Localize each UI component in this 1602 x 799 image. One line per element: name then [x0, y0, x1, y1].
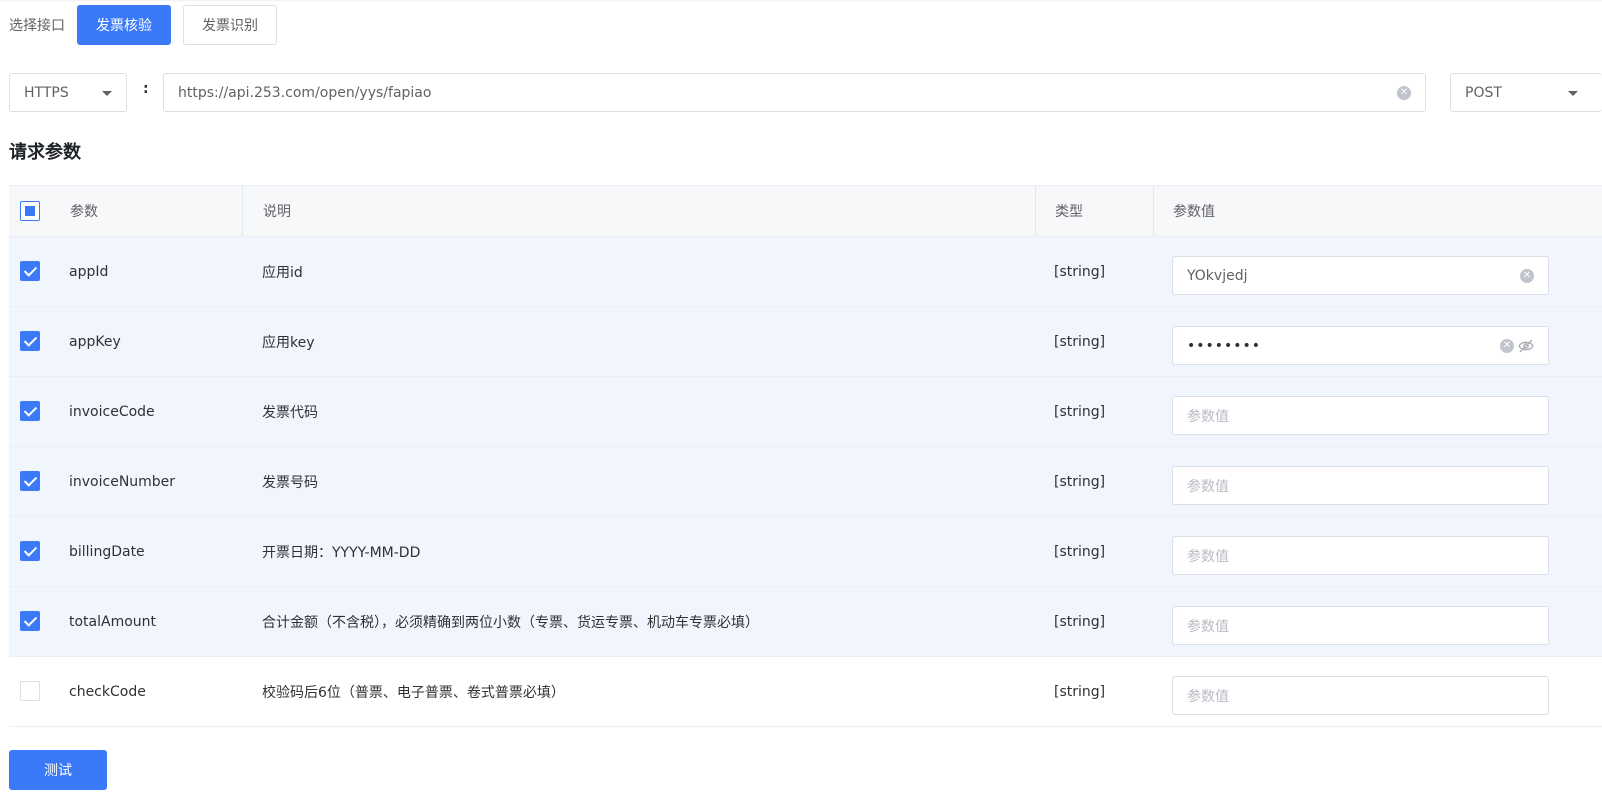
table-row: appKey 应用key [string] •••••••• ✕ [9, 307, 1602, 377]
param-value-placeholder: 参数值 [1187, 618, 1229, 635]
param-type: [string] [1054, 473, 1106, 490]
param-value-input[interactable]: YOkvjedj ✕ [1172, 256, 1549, 295]
section-title: 请求参数 [9, 142, 81, 163]
table-row: billingDate 开票日期：YYYY-MM-DD [string] 参数值 [9, 517, 1602, 587]
row-checkbox[interactable] [20, 471, 40, 491]
table-row: checkCode 校验码后6位（普票、电子普票、卷式普票必填） [string… [9, 657, 1602, 727]
param-value-placeholder: 参数值 [1187, 688, 1229, 705]
interface-label: 选择接口 [9, 18, 65, 34]
interface-option-invoice-verify[interactable]: 发票核验 [77, 5, 171, 45]
eye-off-icon[interactable] [1518, 339, 1534, 353]
column-header-value: 参数值 [1173, 204, 1215, 220]
interface-selector: 选择接口 发票核验 发票识别 [9, 5, 289, 45]
param-name: invoiceNumber [69, 473, 176, 490]
params-table: 参数 说明 类型 参数值 appId 应用id [string] YOkvjed… [9, 185, 1602, 727]
param-value: YOkvjedj [1187, 267, 1248, 284]
param-type: [string] [1054, 263, 1106, 280]
param-name: appKey [69, 333, 121, 350]
param-value-input[interactable]: 参数值 [1172, 676, 1549, 715]
param-name: invoiceCode [69, 403, 155, 420]
column-header-param: 参数 [70, 204, 98, 220]
method-select[interactable]: POST [1450, 73, 1602, 112]
row-checkbox[interactable] [20, 681, 40, 701]
clear-icon[interactable]: ✕ [1520, 269, 1534, 283]
param-type: [string] [1054, 613, 1106, 630]
table-row: appId 应用id [string] YOkvjedj ✕ [9, 237, 1602, 307]
row-checkbox[interactable] [20, 611, 40, 631]
url-separator: : [143, 81, 149, 97]
param-value-placeholder: 参数值 [1187, 408, 1229, 425]
column-header-type: 类型 [1055, 204, 1083, 220]
row-checkbox[interactable] [20, 261, 40, 281]
column-divider [242, 186, 243, 236]
caret-down-icon [1568, 91, 1578, 96]
param-desc: 开票日期：YYYY-MM-DD [262, 544, 421, 561]
table-header: 参数 说明 类型 参数值 [9, 185, 1602, 237]
url-input[interactable]: https://api.253.com/open/yys/fapiao ✕ [163, 73, 1426, 112]
param-value-placeholder: 参数值 [1187, 478, 1229, 495]
row-checkbox[interactable] [20, 541, 40, 561]
param-desc: 应用key [262, 334, 315, 351]
param-type: [string] [1054, 543, 1106, 560]
column-divider [1035, 186, 1036, 236]
param-value-placeholder: 参数值 [1187, 548, 1229, 565]
clear-icon[interactable]: ✕ [1397, 86, 1411, 100]
row-checkbox[interactable] [20, 401, 40, 421]
column-header-desc: 说明 [263, 204, 291, 220]
protocol-value: HTTPS [24, 84, 69, 101]
param-type: [string] [1054, 403, 1106, 420]
column-divider [1153, 186, 1154, 236]
clear-icon[interactable]: ✕ [1500, 339, 1514, 353]
param-type: [string] [1054, 683, 1106, 700]
table-row: invoiceCode 发票代码 [string] 参数值 [9, 377, 1602, 447]
protocol-select[interactable]: HTTPS [9, 73, 127, 112]
param-value-input[interactable]: 参数值 [1172, 536, 1549, 575]
param-name: appId [69, 263, 109, 280]
url-value: https://api.253.com/open/yys/fapiao [178, 84, 432, 101]
param-desc: 发票号码 [262, 474, 318, 491]
param-value-input[interactable]: •••••••• ✕ [1172, 326, 1549, 365]
param-type: [string] [1054, 333, 1106, 350]
top-shadow [0, 0, 1602, 2]
param-desc: 校验码后6位（普票、电子普票、卷式普票必填） [262, 684, 565, 701]
param-name: billingDate [69, 543, 145, 560]
test-button[interactable]: 测试 [9, 750, 107, 790]
param-value-masked: •••••••• [1187, 337, 1262, 354]
param-desc: 合计金额（不含税），必须精确到两位小数（专票、货运专票、机动车专票必填） [262, 614, 759, 631]
method-value: POST [1465, 84, 1502, 101]
caret-down-icon [102, 91, 112, 96]
table-row: invoiceNumber 发票号码 [string] 参数值 [9, 447, 1602, 517]
row-checkbox[interactable] [20, 331, 40, 351]
param-desc: 发票代码 [262, 404, 318, 421]
interface-option-invoice-ocr[interactable]: 发票识别 [183, 5, 277, 45]
param-name: totalAmount [69, 613, 157, 630]
param-name: checkCode [69, 683, 146, 700]
table-row: totalAmount 合计金额（不含税），必须精确到两位小数（专票、货运专票、… [9, 587, 1602, 657]
param-desc: 应用id [262, 264, 303, 281]
select-all-checkbox[interactable] [20, 201, 40, 221]
param-value-input[interactable]: 参数值 [1172, 466, 1549, 505]
param-value-input[interactable]: 参数值 [1172, 396, 1549, 435]
param-value-input[interactable]: 参数值 [1172, 606, 1549, 645]
